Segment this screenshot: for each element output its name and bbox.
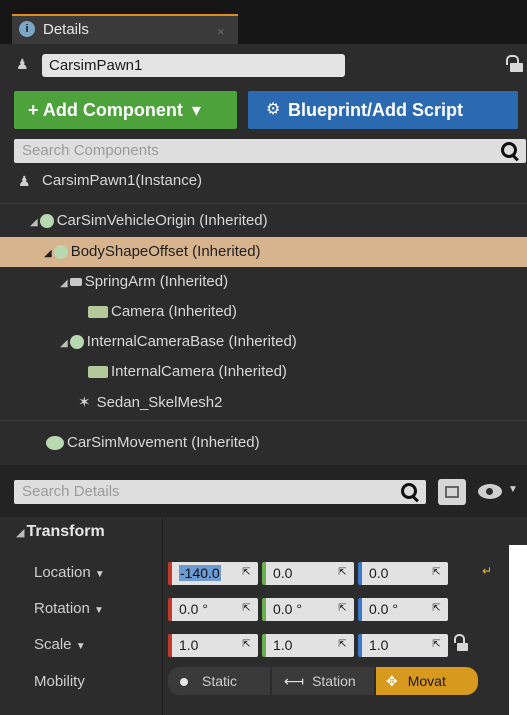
column-divider bbox=[162, 517, 163, 715]
location-label[interactable]: Location ▼ bbox=[34, 564, 105, 581]
blueprint-label: Blueprint/Add Script bbox=[288, 100, 463, 120]
tree-item-label: BodyShapeOffset (Inherited) bbox=[70, 243, 261, 260]
rotation-x-field[interactable]: 0.0 ° ⇱ bbox=[168, 598, 258, 621]
add-component-button[interactable]: + Add Component ▾ bbox=[14, 91, 237, 129]
transform-header[interactable]: ◢ Transform bbox=[16, 523, 105, 541]
add-component-label: + Add Component bbox=[28, 100, 183, 120]
drag-handle-icon[interactable]: ⇱ bbox=[337, 567, 348, 578]
tab-details[interactable]: i Details × bbox=[12, 14, 238, 44]
blueprint-add-script-button[interactable]: ⚙ Blueprint/Add Script bbox=[248, 91, 518, 129]
reset-arrow-icon[interactable]: ↵ bbox=[482, 564, 492, 578]
rotation-z-field[interactable]: 0.0 ° ⇱ bbox=[358, 598, 448, 621]
tree-item-camera[interactable]: Camera (Inherited) bbox=[0, 297, 527, 327]
divider bbox=[0, 420, 527, 421]
mobility-stationary-button[interactable]: ⟻ Station bbox=[272, 667, 374, 695]
search-details-placeholder: Search Details bbox=[22, 483, 120, 500]
grid-view-icon[interactable] bbox=[438, 479, 466, 505]
tree-item-label: SpringArm (Inherited) bbox=[84, 273, 229, 290]
camera-icon bbox=[88, 366, 108, 379]
gears-icon: ⚙ bbox=[266, 101, 281, 118]
mobility-label: Mobility bbox=[34, 673, 85, 690]
chevron-down-icon: ▾ bbox=[191, 100, 201, 120]
actor-icon: ♟ bbox=[16, 56, 29, 72]
scene-component-icon bbox=[39, 214, 54, 229]
location-x-field[interactable]: -140.0 ⇱ bbox=[168, 562, 258, 585]
expand-arrow-icon[interactable]: ◢ bbox=[60, 278, 68, 289]
scale-x-field[interactable]: 1.0 ⇱ bbox=[168, 634, 258, 657]
location-z-field[interactable]: 0.0 ⇱ bbox=[358, 562, 448, 585]
drag-handle-icon[interactable]: ⇱ bbox=[241, 567, 252, 578]
eye-icon[interactable] bbox=[478, 484, 502, 499]
search-details-input[interactable]: Search Details bbox=[14, 480, 426, 504]
chevron-down-icon[interactable]: ▼ bbox=[508, 484, 518, 495]
expand-arrow-icon[interactable]: ◢ bbox=[30, 217, 38, 228]
tree-item-label: Camera (Inherited) bbox=[111, 303, 237, 320]
movable-icon: ✥ bbox=[386, 673, 398, 689]
tree-item-internalcamerabase[interactable]: ◢ InternalCameraBase (Inherited) bbox=[0, 327, 527, 357]
lock-icon[interactable] bbox=[503, 55, 523, 75]
tree-item-label: InternalCamera (Inherited) bbox=[111, 363, 287, 380]
instance-label[interactable]: CarsimPawn1(Instance) bbox=[42, 172, 202, 189]
drag-handle-icon[interactable]: ⇱ bbox=[241, 639, 252, 650]
drag-handle-icon[interactable]: ⇱ bbox=[241, 603, 252, 614]
tree-item-carsimvehicleorigin[interactable]: ◢ CarSimVehicleOrigin (Inherited) bbox=[0, 206, 527, 236]
camera-icon bbox=[88, 306, 108, 319]
tree-item-label: InternalCameraBase (Inherited) bbox=[86, 333, 297, 350]
rotation-y-field[interactable]: 0.0 ° ⇱ bbox=[262, 598, 354, 621]
mobility-static-button[interactable]: Static bbox=[168, 667, 270, 695]
scale-label[interactable]: Scale ▼ bbox=[34, 636, 86, 653]
search-icon[interactable] bbox=[400, 483, 420, 503]
scene-component-icon bbox=[69, 335, 84, 350]
tree-item-internalcamera[interactable]: InternalCamera (Inherited) bbox=[0, 357, 527, 387]
expand-arrow-icon[interactable]: ◢ bbox=[60, 338, 68, 349]
movement-component-icon bbox=[46, 436, 64, 451]
search-components-placeholder: Search Components bbox=[22, 142, 159, 159]
scrollbar[interactable] bbox=[509, 545, 527, 715]
tab-bar: i Details × bbox=[0, 0, 527, 44]
section-title: Transform bbox=[26, 523, 105, 540]
scale-y-field[interactable]: 1.0 ⇱ bbox=[262, 634, 354, 657]
drag-handle-icon[interactable]: ⇱ bbox=[431, 639, 442, 650]
spring-arm-icon bbox=[69, 278, 82, 287]
collapse-arrow-icon: ◢ bbox=[16, 527, 25, 539]
drag-handle-icon[interactable]: ⇱ bbox=[337, 603, 348, 614]
scene-component-icon bbox=[53, 245, 68, 260]
expand-arrow-icon[interactable]: ◢ bbox=[44, 248, 52, 259]
tree-item-label: CarSimVehicleOrigin (Inherited) bbox=[56, 212, 268, 229]
location-y-field[interactable]: 0.0 ⇱ bbox=[262, 562, 354, 585]
divider bbox=[0, 203, 527, 204]
drag-handle-icon[interactable]: ⇱ bbox=[431, 567, 442, 578]
stationary-icon: ⟻ bbox=[284, 673, 305, 689]
tree-item-label: Sedan_SkelMesh2 bbox=[96, 394, 223, 411]
tree-item-sedan-skelmesh2[interactable]: ✶ Sedan_SkelMesh2 bbox=[0, 388, 527, 418]
close-icon[interactable]: × bbox=[217, 24, 225, 39]
tree-item-springarm[interactable]: ◢ SpringArm (Inherited) bbox=[0, 267, 527, 297]
drag-handle-icon[interactable]: ⇱ bbox=[431, 603, 442, 614]
search-icon[interactable] bbox=[500, 142, 520, 162]
drag-handle-icon[interactable]: ⇱ bbox=[337, 639, 348, 650]
rotation-label[interactable]: Rotation ▼ bbox=[34, 600, 104, 617]
actor-name-field[interactable]: CarsimPawn1 bbox=[42, 54, 345, 77]
tab-title: Details bbox=[43, 21, 89, 38]
lock-icon[interactable] bbox=[452, 634, 472, 654]
mobility-movable-button[interactable]: ✥ Movat bbox=[376, 667, 478, 695]
tree-item-bodyshapeoffset[interactable]: ◢ BodyShapeOffset (Inherited) bbox=[0, 237, 527, 267]
static-icon bbox=[180, 678, 188, 686]
info-icon: i bbox=[19, 21, 35, 37]
tree-item-label: CarSimMovement (Inherited) bbox=[67, 434, 260, 451]
search-components-input[interactable]: Search Components bbox=[14, 139, 526, 163]
tree-item-carsimmovement[interactable]: CarSimMovement (Inherited) bbox=[0, 428, 527, 458]
scale-z-field[interactable]: 1.0 ⇱ bbox=[358, 634, 448, 657]
skeletal-mesh-icon: ✶ bbox=[78, 394, 91, 411]
actor-icon: ♟ bbox=[18, 173, 31, 189]
